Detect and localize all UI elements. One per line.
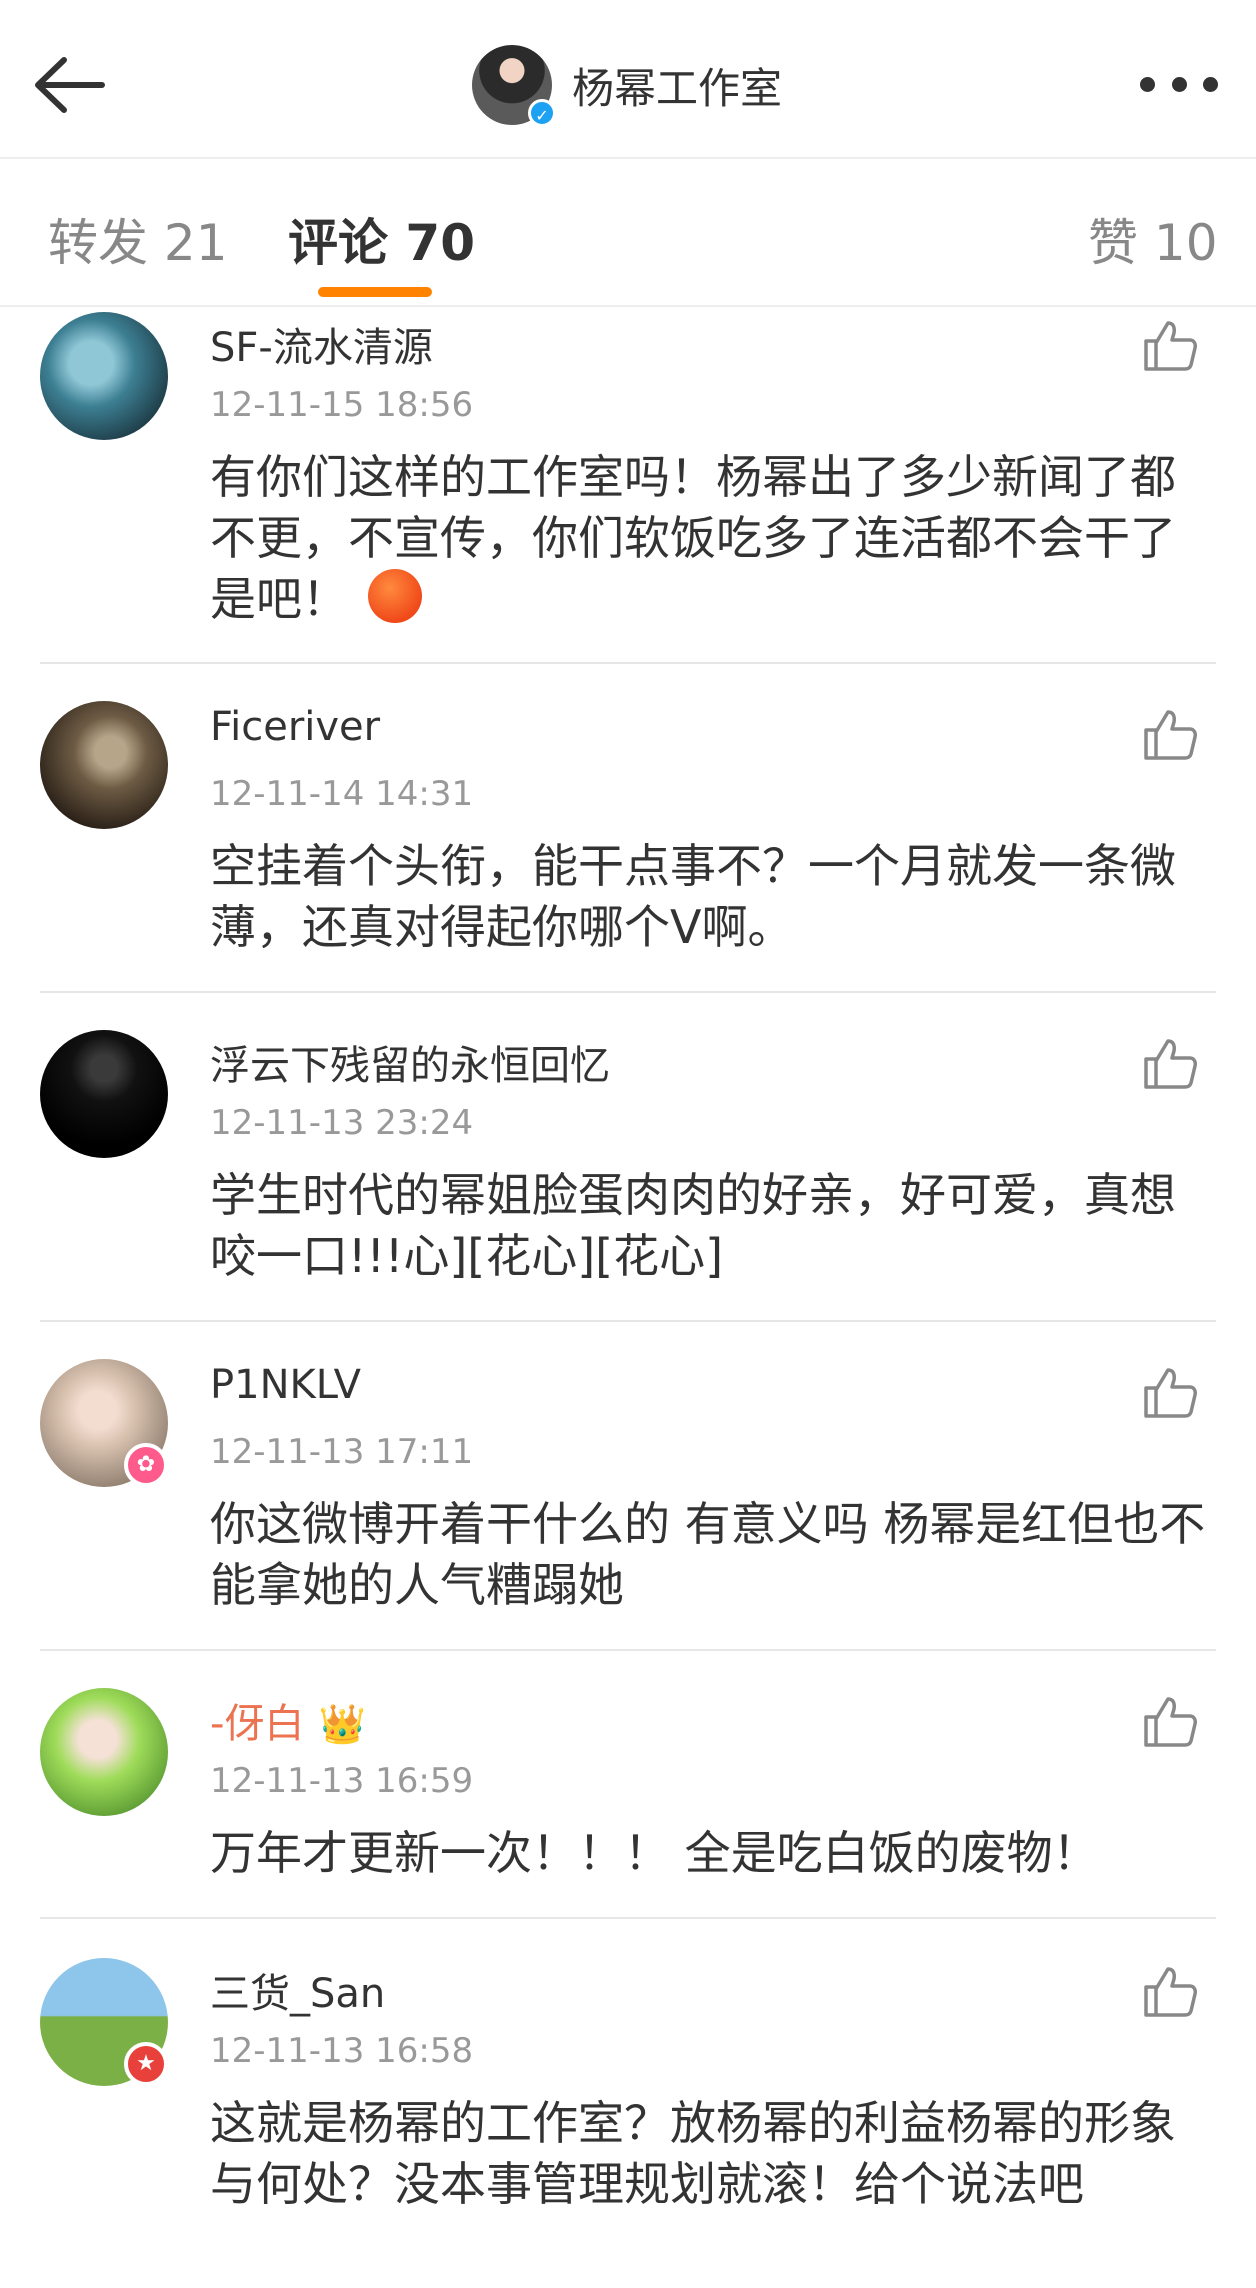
comment-username[interactable]: Ficeriver [210, 704, 380, 750]
comment-username[interactable]: P1NKLV [210, 1362, 361, 1408]
tab-bar: 转发 21 评论 70 赞 10 [0, 159, 1256, 307]
dot-icon [1140, 76, 1155, 92]
divider [40, 1917, 1216, 1919]
comment-content: 学生时代的幂姐脸蛋肉肉的好亲，好可爱，真想咬一口!!!心][花心][花心] [210, 1168, 1176, 1283]
comment-timestamp: 12-11-13 16:59 [210, 1761, 474, 1801]
avatar[interactable] [40, 1688, 168, 1816]
angry-emoji-icon [368, 569, 422, 623]
comment-timestamp: 12-11-15 18:56 [210, 385, 474, 425]
comment-timestamp: 12-11-13 17:11 [210, 1432, 474, 1472]
active-tab-indicator [318, 287, 432, 297]
thumbs-up-icon[interactable] [1140, 315, 1200, 375]
avatar[interactable]: ✿ [40, 1359, 168, 1487]
comment-content: 你这微博开着干什么的 有意义吗 杨幂是红但也不能拿她的人气糟蹋她 [210, 1497, 1206, 1612]
tab-likes[interactable]: 赞 10 [1088, 203, 1218, 275]
avatar[interactable] [40, 312, 168, 440]
thumbs-up-icon[interactable] [1140, 1362, 1200, 1422]
account-avatar[interactable]: ✓ [472, 45, 556, 127]
more-dots-icon[interactable] [1140, 72, 1218, 96]
page-title: 杨幂工作室 [572, 63, 783, 113]
account-title[interactable]: ✓ 杨幂工作室 [472, 44, 783, 127]
top-nav-bar: ✓ 杨幂工作室 [0, 0, 1256, 159]
avatar[interactable] [40, 701, 168, 829]
bunny-badge-icon: ✿ [124, 1443, 168, 1487]
comment-username[interactable]: 三货_San [210, 1961, 385, 2019]
verified-badge-icon: ✓ [528, 99, 556, 127]
tab-reposts[interactable]: 转发 21 [48, 203, 228, 275]
divider [40, 1649, 1216, 1651]
back-button[interactable] [30, 50, 110, 120]
comment-timestamp: 12-11-13 23:24 [210, 1103, 474, 1143]
comment-username[interactable]: SF-流水清源 [210, 315, 433, 373]
avatar[interactable] [40, 1030, 168, 1158]
divider [40, 662, 1216, 664]
thumbs-up-icon[interactable] [1140, 1691, 1200, 1751]
comment-text: 有你们这样的工作室吗！杨幂出了多少新闻了都不更，不宣传，你们软饭吃多了连活都不会… [210, 450, 1176, 626]
comment-content: 有你们这样的工作室吗！杨幂出了多少新闻了都不更，不宣传，你们软饭吃多了连活都不会… [210, 447, 1210, 630]
crown-icon: 👑 [318, 1702, 366, 1746]
dot-icon [1203, 76, 1218, 92]
back-arrow-icon [35, 57, 105, 113]
comment-username[interactable]: -伢白 👑 [210, 1691, 366, 1749]
star-badge-icon: ★ [124, 2042, 168, 2086]
thumbs-up-icon[interactable] [1140, 704, 1200, 764]
avatar[interactable]: ★ [40, 1958, 168, 2086]
comment-timestamp: 12-11-14 14:31 [210, 774, 474, 814]
dot-icon [1171, 76, 1187, 92]
username-text: -伢白 [210, 1701, 305, 1747]
comment-username[interactable]: 浮云下残留的永恒回忆 [210, 1033, 610, 1091]
thumbs-up-icon[interactable] [1140, 1033, 1200, 1093]
comment-content: 万年才更新一次！！！ 全是吃白饭的废物！ [210, 1826, 1099, 1880]
divider [40, 991, 1216, 993]
divider [40, 1320, 1216, 1322]
thumbs-up-icon[interactable] [1140, 1961, 1200, 2021]
comment-content: 这就是杨幂的工作室？放杨幂的利益杨幂的形象与何处？没本事管理规划就滚！给个说法吧 [210, 2096, 1176, 2211]
comment-timestamp: 12-11-13 16:58 [210, 2031, 474, 2071]
tab-comments[interactable]: 评论 70 [288, 203, 475, 275]
comment-content: 空挂着个头衔，能干点事不？一个月就发一条微薄，还真对得起你哪个V啊。 [210, 839, 1176, 954]
